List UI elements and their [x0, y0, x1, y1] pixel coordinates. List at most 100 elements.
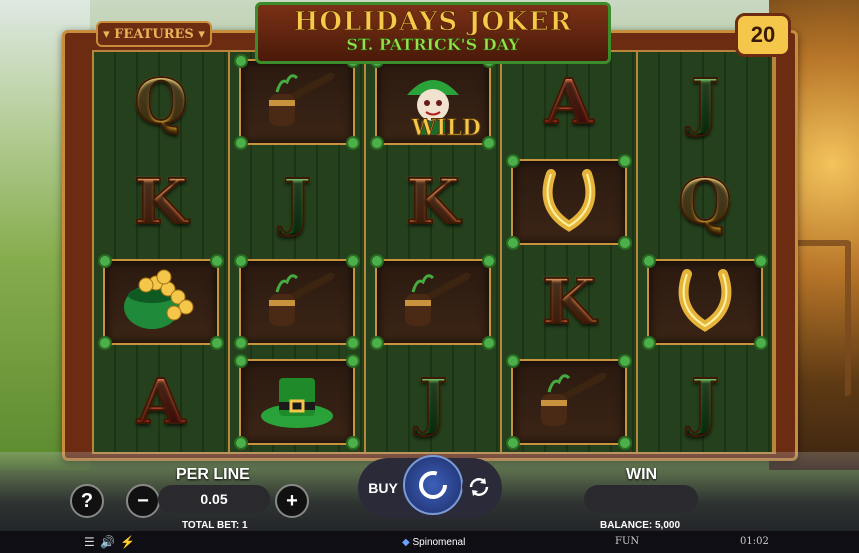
pipe-icon: [257, 70, 337, 135]
clover-icon: [372, 138, 382, 148]
horseshoe-icon: [675, 268, 735, 337]
clover-icon: [484, 256, 494, 266]
total-bet-text: TOTAL BET: 1: [182, 520, 248, 531]
clover-icon: [100, 338, 110, 348]
symbol-tile: [644, 256, 766, 348]
reel-cell: WILD: [366, 52, 500, 152]
info-button[interactable]: ?: [70, 484, 104, 518]
spin-icon: [419, 471, 447, 499]
reel-cell: [94, 252, 228, 352]
reel-cell: A: [94, 352, 228, 452]
provider-logo: ◆ Spinomenal: [402, 537, 465, 548]
reel-3: WILD K J: [366, 52, 502, 452]
clover-icon: [212, 256, 222, 266]
clover-icon: [484, 338, 494, 348]
symbol-letter-a: A: [544, 65, 594, 138]
game-subtitle: ST. PATRICK'S DAY: [346, 35, 520, 55]
win-value-display: [584, 485, 698, 513]
symbol-letter-j: J: [417, 365, 448, 438]
clover-icon: [508, 438, 518, 448]
sound-icon[interactable]: 🔊: [100, 535, 115, 549]
reel-cell: [366, 252, 500, 352]
clover-icon: [348, 338, 358, 348]
clover-icon: [236, 256, 246, 266]
clover-icon: [212, 338, 222, 348]
reel-cell: Q: [94, 52, 228, 152]
features-button[interactable]: ▾ FEATURES ▾: [96, 21, 212, 47]
reel-cell: [230, 52, 364, 152]
turbo-icon[interactable]: ⚡: [120, 535, 135, 549]
symbol-letter-q: Q: [677, 165, 733, 238]
symbol-tile: [508, 156, 630, 248]
game-title-banner: HOLIDAYS JOKER ST. PATRICK'S DAY: [255, 2, 611, 64]
reel-cell: J: [638, 52, 772, 152]
reel-cell: J: [638, 352, 772, 452]
symbol-tile: [236, 256, 358, 348]
clover-icon: [620, 438, 630, 448]
buy-button[interactable]: BUY: [362, 470, 404, 506]
clock-text: 01:02: [740, 536, 769, 547]
reel-cell: [502, 152, 636, 252]
clover-icon: [644, 338, 654, 348]
autospin-button[interactable]: [462, 470, 496, 504]
clover-icon: [348, 356, 358, 366]
provider-name: Spinomenal: [412, 537, 466, 548]
symbol-letter-j: J: [281, 165, 312, 238]
symbol-tile: [236, 356, 358, 448]
per-line-label: PER LINE: [176, 466, 250, 483]
bet-value-display: 0.05: [158, 485, 270, 513]
symbol-letter-k: K: [405, 165, 461, 238]
mode-label: FUN: [615, 536, 640, 547]
bet-increase-button[interactable]: +: [275, 484, 309, 518]
reel-cell: Q: [638, 152, 772, 252]
bet-decrease-button[interactable]: −: [126, 484, 160, 518]
clover-icon: [236, 338, 246, 348]
symbol-letter-j: J: [689, 65, 720, 138]
clover-icon: [756, 338, 766, 348]
clover-icon: [644, 256, 654, 266]
clover-icon: [620, 156, 630, 166]
clover-icon: [620, 238, 630, 248]
clover-icon: [236, 356, 246, 366]
reel-cell: J: [366, 352, 500, 452]
clover-icon: [100, 256, 110, 266]
reel-cell: [502, 352, 636, 452]
pipe-icon: [393, 270, 473, 335]
reel-grid: Q K A J WILD K J A K J Q J: [92, 50, 776, 454]
clover-icon: [348, 256, 358, 266]
menu-icon[interactable]: ☰: [84, 535, 95, 549]
leprechaun-hat-icon: [257, 368, 337, 437]
clover-icon: [372, 256, 382, 266]
symbol-tile: [372, 256, 494, 348]
clover-icon: [508, 238, 518, 248]
pipe-icon: [529, 370, 609, 435]
balance-text: BALANCE: 5,000: [600, 520, 681, 531]
symbol-tile: [236, 56, 358, 148]
reel-5: JQJ: [638, 52, 774, 452]
lines-count-badge: 20: [735, 13, 791, 57]
symbol-tile: [508, 356, 630, 448]
clover-icon: [508, 156, 518, 166]
clover-icon: [508, 356, 518, 366]
reel-4: AK: [502, 52, 638, 452]
reel-cell: K: [366, 152, 500, 252]
provider-icon: ◆: [402, 537, 410, 548]
reel-2: J: [230, 52, 366, 452]
win-label: WIN: [626, 466, 658, 483]
symbol-letter-k: K: [541, 265, 597, 338]
symbol-letter-q: Q: [133, 65, 189, 138]
reel-cell: [230, 352, 364, 452]
spin-button[interactable]: [403, 455, 463, 515]
clover-icon: [372, 338, 382, 348]
reel-cell: K: [94, 152, 228, 252]
reel-1: QK A: [94, 52, 230, 452]
clover-icon: [236, 56, 246, 66]
reel-cell: [230, 252, 364, 352]
pipe-icon: [257, 270, 337, 335]
pot-of-gold-icon: [116, 265, 206, 340]
wild-label: WILD: [411, 115, 482, 142]
symbol-tile: [100, 256, 222, 348]
symbol-tile: WILD: [372, 56, 494, 148]
symbol-letter-k: K: [133, 165, 189, 238]
game-title: HOLIDAYS JOKER: [293, 7, 573, 38]
